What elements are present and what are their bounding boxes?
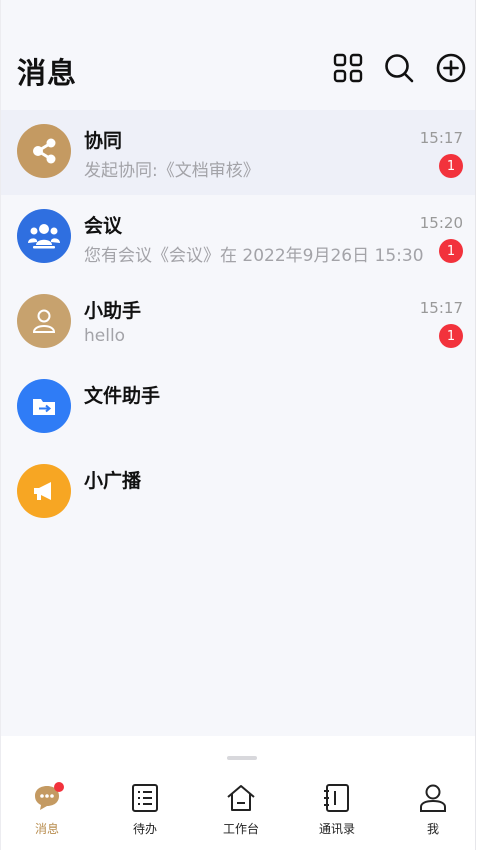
drag-handle[interactable] [227, 756, 257, 760]
person-icon [17, 294, 71, 348]
megaphone-icon [17, 464, 71, 518]
conversation-list: 协同 15:17 发起协同:《文档审核》 1 会议 15:20 您有会议《会议》… [1, 110, 475, 535]
people-icon [17, 209, 71, 263]
unread-badge: 1 [439, 324, 463, 348]
bottom-tab-bar: 消息 待办 工作台 通讯录 我 [1, 736, 475, 850]
conversation-item-meeting[interactable]: 会议 15:20 您有会议《会议》在 2022年9月26日 15:30 1 [1, 195, 475, 280]
page-title: 消息 [17, 56, 78, 90]
conversation-time: 15:17 [419, 299, 463, 317]
header: 消息 [1, 0, 475, 108]
tab-contacts[interactable]: 通讯录 [302, 782, 372, 842]
conversation-name: 文件助手 [84, 385, 161, 407]
tab-label: 我 [426, 822, 439, 836]
tab-messages[interactable]: 消息 [12, 782, 82, 842]
conversation-preview: 发起协同:《文档审核》 [84, 161, 260, 181]
conversation-name: 小广播 [84, 470, 142, 492]
share-icon [17, 124, 71, 178]
search-icon[interactable] [383, 52, 415, 84]
contacts-icon [324, 784, 349, 812]
add-circle-icon[interactable] [435, 52, 467, 84]
tab-label: 工作台 [222, 822, 259, 836]
conversation-item-assistant[interactable]: 小助手 15:17 hello 1 [1, 280, 475, 365]
tab-label: 待办 [132, 822, 157, 836]
tab-workbench[interactable]: 工作台 [206, 782, 276, 842]
conversation-name: 会议 [84, 215, 123, 237]
conversation-time: 15:17 [419, 129, 463, 147]
tab-label: 消息 [34, 822, 59, 836]
user-icon [420, 784, 446, 812]
home-icon [227, 785, 255, 811]
conversation-item-collab[interactable]: 协同 15:17 发起协同:《文档审核》 1 [1, 110, 475, 195]
conversation-item-broadcast[interactable]: 小广播 [1, 450, 475, 535]
unread-badge: 1 [439, 239, 463, 263]
conversation-preview: hello [84, 326, 126, 346]
conversation-name: 小助手 [84, 300, 142, 322]
phone-screen: 消息 协同 15:17 发起协同:《文档审核》 1 会议 15:20 您有会议《… [0, 0, 476, 850]
unread-badge: 1 [439, 154, 463, 178]
conversation-item-file-helper[interactable]: 文件助手 [1, 365, 475, 450]
grid-icon[interactable] [332, 52, 364, 84]
conversation-preview: 您有会议《会议》在 2022年9月26日 15:30 [84, 246, 424, 266]
tab-label: 通讯录 [318, 822, 355, 836]
conversation-name: 协同 [84, 130, 123, 152]
folder-icon [17, 379, 71, 433]
conversation-time: 15:20 [419, 214, 463, 232]
notification-dot [54, 782, 64, 792]
list-icon [132, 784, 158, 812]
tab-todo[interactable]: 待办 [110, 782, 180, 842]
tab-me[interactable]: 我 [398, 782, 468, 842]
